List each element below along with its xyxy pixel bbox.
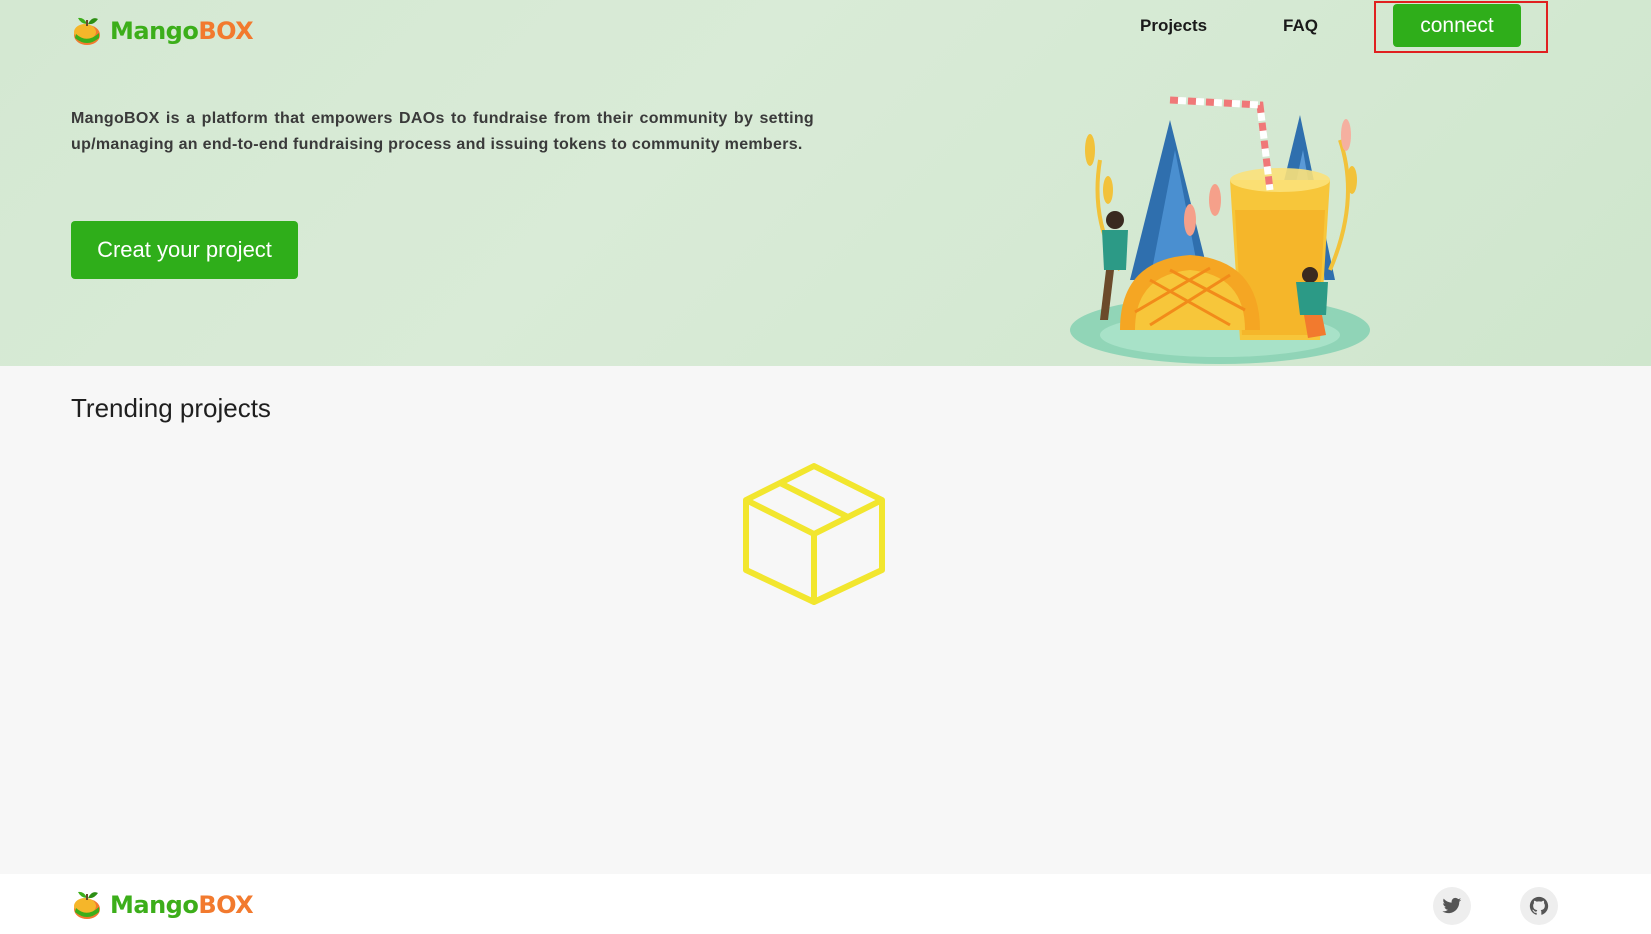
create-project-button[interactable]: Creat your project bbox=[71, 221, 298, 279]
nav-projects-link[interactable]: Projects bbox=[1140, 16, 1207, 36]
twitter-link[interactable] bbox=[1433, 887, 1471, 925]
trending-projects-title: Trending projects bbox=[71, 393, 271, 423]
hero-section: MangoBOX Projects FAQ connect MangoBOX i… bbox=[0, 0, 1651, 366]
brand-name: MangoBOX bbox=[110, 891, 254, 919]
mango-logo-icon bbox=[74, 17, 100, 45]
mango-drink-illustration bbox=[1070, 96, 1370, 364]
github-icon bbox=[1529, 896, 1549, 915]
mango-logo-icon bbox=[74, 891, 100, 919]
header-logo[interactable]: MangoBOX bbox=[70, 14, 254, 48]
footer-logo[interactable]: MangoBOX bbox=[70, 888, 254, 922]
github-link[interactable] bbox=[1520, 887, 1558, 925]
nav-faq-link[interactable]: FAQ bbox=[1283, 16, 1318, 36]
platform-description: MangoBOX is a platform that empowers DAO… bbox=[71, 110, 814, 153]
footer: MangoBOX bbox=[0, 874, 1651, 934]
brand-name: MangoBOX bbox=[110, 17, 254, 45]
twitter-icon bbox=[1442, 897, 1462, 914]
empty-box-icon bbox=[743, 463, 885, 605]
connect-button[interactable]: connect bbox=[1393, 4, 1521, 47]
